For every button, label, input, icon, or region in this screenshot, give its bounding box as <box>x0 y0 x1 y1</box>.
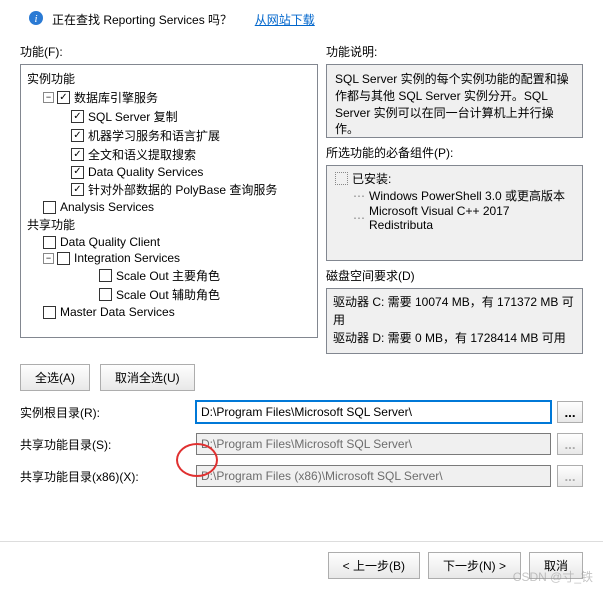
disk-c-text: 驱动器 C: 需要 10074 MB，有 171372 MB 可用 <box>333 293 576 329</box>
deselect-all-button[interactable]: 取消全选(U) <box>100 364 195 391</box>
prereq-label: 所选功能的必备组件(P): <box>326 144 583 161</box>
disk-d-text: 驱动器 D: 需要 0 MB，有 1728414 MB 可用 <box>333 329 576 347</box>
shared-dir-label: 共享功能目录(S): <box>20 436 190 453</box>
prereq-item: Microsoft Visual C++ 2017 Redistributa <box>333 204 576 232</box>
shared-x86-label: 共享功能目录(x86)(X): <box>20 468 190 485</box>
tree-item-ml[interactable]: 机器学习服务和语言扩展 <box>23 126 315 145</box>
shared-dir-input <box>196 433 551 455</box>
prereq-item: Windows PowerShell 3.0 或更高版本 <box>333 187 576 204</box>
browse-button: ... <box>557 433 583 455</box>
prereq-installed: 已安装: <box>333 170 576 187</box>
desc-label: 功能说明: <box>326 43 583 60</box>
tree-item-dbengine[interactable]: −数据库引擎服务 <box>23 88 315 107</box>
disk-label: 磁盘空间要求(D) <box>326 267 583 284</box>
tree-header: 共享功能 <box>23 215 315 234</box>
tree-item-fulltext[interactable]: 全文和语义提取搜索 <box>23 145 315 164</box>
svg-text:i: i <box>34 13 37 25</box>
prerequisites-box[interactable]: 已安装: Windows PowerShell 3.0 或更高版本 Micros… <box>326 165 583 261</box>
tree-item-masterdata[interactable]: Master Data Services <box>23 304 315 320</box>
download-link[interactable]: 从网站下载 <box>255 11 315 28</box>
instance-root-input[interactable] <box>196 401 551 423</box>
tree-item-integration[interactable]: −Integration Services <box>23 250 315 266</box>
features-tree[interactable]: 实例功能 −数据库引擎服务 SQL Server 复制 机器学习服务和语言扩展 … <box>20 64 318 338</box>
select-all-button[interactable]: 全选(A) <box>20 364 90 391</box>
tree-header: 实例功能 <box>23 69 315 88</box>
tree-item-scaleout-master[interactable]: Scale Out 主要角色 <box>23 266 315 285</box>
cancel-button[interactable]: 取消 <box>529 552 583 579</box>
features-label: 功能(F): <box>20 43 318 60</box>
tree-item-dqclient[interactable]: Data Quality Client <box>23 234 315 250</box>
description-box: SQL Server 实例的每个实例功能的配置和操作都与其他 SQL Serve… <box>326 64 583 138</box>
banner-text: 正在查找 Reporting Services 吗？ <box>52 11 232 28</box>
shared-x86-input <box>196 465 551 487</box>
tree-item-replication[interactable]: SQL Server 复制 <box>23 107 315 126</box>
tree-item-scaleout-worker[interactable]: Scale Out 辅助角色 <box>23 285 315 304</box>
browse-button[interactable]: ... <box>557 401 583 423</box>
tree-item-polybase[interactable]: 针对外部数据的 PolyBase 查询服务 <box>23 180 315 199</box>
disk-space-box: 驱动器 C: 需要 10074 MB，有 171372 MB 可用 驱动器 D:… <box>326 288 583 354</box>
back-button[interactable]: < 上一步(B) <box>328 552 420 579</box>
instance-root-label: 实例根目录(R): <box>20 404 190 421</box>
next-button[interactable]: 下一步(N) > <box>428 552 521 579</box>
tree-item-analysis[interactable]: Analysis Services <box>23 199 315 215</box>
tree-item-dqs[interactable]: Data Quality Services <box>23 164 315 180</box>
info-icon: i <box>28 10 44 29</box>
browse-button: ... <box>557 465 583 487</box>
